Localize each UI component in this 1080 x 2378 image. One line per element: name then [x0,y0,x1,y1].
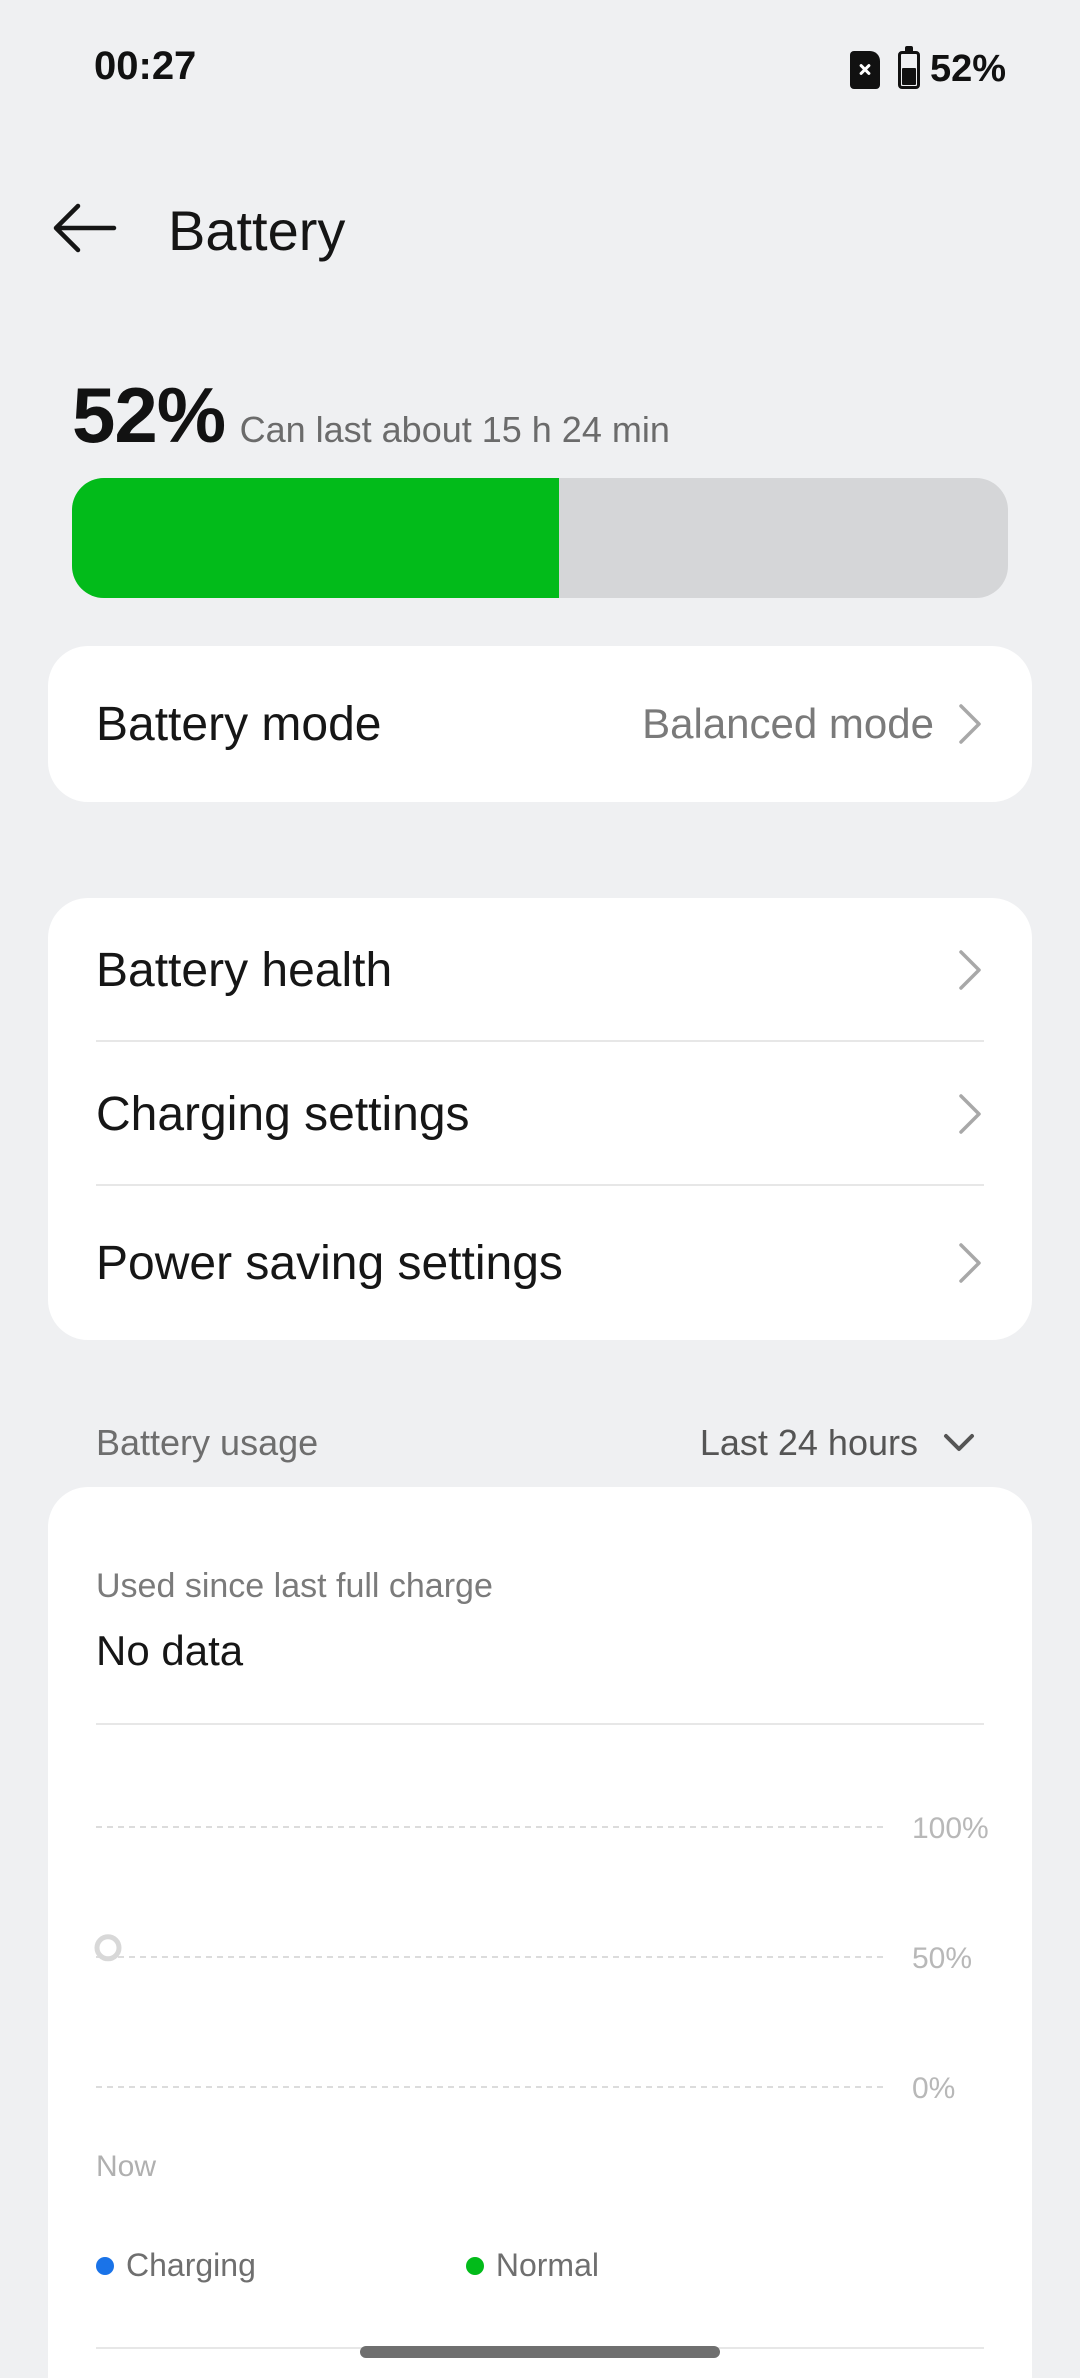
battery-mode-row[interactable]: Battery mode Balanced mode [48,646,1032,802]
legend-dot-icon [96,2256,114,2275]
battery-usage-card: Used since last full charge No data 100%… [48,1487,1032,2378]
battery-mode-label: Battery mode [96,697,382,751]
y-tick-label: 100% [912,1812,989,1845]
y-tick-label: 50% [912,1942,972,1975]
chevron-right-icon [959,1094,981,1134]
power-saving-settings-label: Power saving settings [96,1236,563,1290]
no-sim-icon [849,50,880,89]
charging-settings-label: Charging settings [96,1087,470,1141]
battery-level-bar [72,478,1008,598]
charging-settings-row[interactable]: Charging settings [48,1042,1032,1186]
status-bar: 00:27 52% [0,0,1080,140]
legend-dot-icon [465,2256,484,2275]
battery-usage-chart: 100% 50% 0% [94,1812,989,2105]
chevron-right-icon [959,950,981,990]
status-time: 00:27 [94,44,197,88]
battery-usage-title: Battery usage [96,1422,319,1463]
battery-mode-value: Balanced mode [642,700,934,747]
chart-legend: Charging Normal [96,2247,809,2284]
app-header: Battery [0,180,1080,280]
page-title: Battery [168,199,346,262]
back-arrow-icon[interactable] [48,198,120,258]
battery-estimate: Can last about 15 h 24 min [239,409,670,450]
power-saving-settings-row[interactable]: Power saving settings [48,1186,1032,1340]
legend-label: Charging [126,2247,256,2283]
status-icons: 52% [849,45,1006,91]
battery-usage-header: Battery usage Last 24 hours [96,1408,976,1478]
status-battery-percent: 52% [929,48,1006,90]
battery-mode-card: Battery mode Balanced mode [48,646,1032,802]
chevron-right-icon [959,1243,981,1283]
chevron-down-icon[interactable] [942,1432,976,1454]
chevron-right-icon [959,704,981,744]
battery-level-bar-fill [72,478,559,598]
x-tick-label: Now [96,2150,157,2183]
battery-icon [897,45,920,89]
legend-label: Normal [495,2247,599,2283]
current-level-point [94,1934,122,1962]
battery-summary: 52% Can last about 15 h 24 min [72,370,1012,461]
used-since-value: No data [96,1627,244,1674]
home-indicator[interactable] [360,2346,720,2358]
usage-divider [96,1723,984,1725]
legend-item-normal: Normal [465,2247,599,2284]
legend-item-charging: Charging [96,2247,256,2284]
usage-range-selector[interactable]: Last 24 hours [700,1422,918,1464]
y-tick-label: 0% [912,2072,955,2105]
battery-health-label: Battery health [96,943,393,997]
used-since-label: Used since last full charge [96,1567,493,1605]
battery-settings-card: Battery health Charging settings Power s… [48,898,1032,1340]
battery-health-row[interactable]: Battery health [48,898,1032,1042]
battery-level: 52% [72,371,226,459]
